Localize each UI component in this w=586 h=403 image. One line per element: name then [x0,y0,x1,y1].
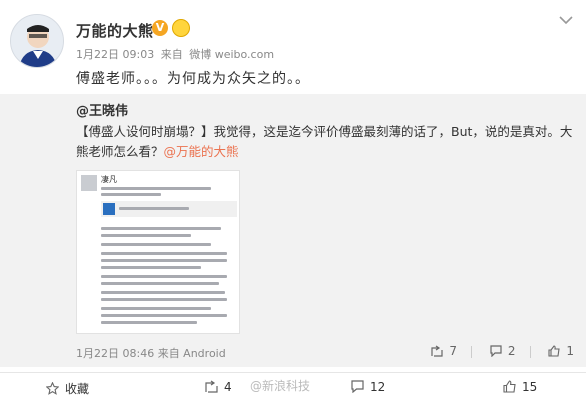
repost-count: 4 [224,380,232,394]
post-text: 傅盛老师。。。为何成为众矢之的。。 [76,71,310,87]
user-avatar[interactable] [10,14,64,68]
repost-comment-button[interactable]: 2 [490,344,516,358]
thumbnail-name: 凄凡 [101,175,117,184]
watermark-text: @新浪科技 [250,379,311,393]
star-icon [46,382,59,395]
repost-author[interactable]: @王晓伟 [76,100,128,119]
repost-actions: 7 2 1 [417,344,574,358]
comment-count: 12 [370,380,386,394]
post-action-bar: 收藏 4 @新浪科技 12 15 [0,372,586,400]
repost-box: @王晓伟 【傅盛人设何时崩塌？】我觉得，这是迄今评价傅盛最刻薄的话了，But，说… [0,94,586,367]
username[interactable]: 万能的大熊 [76,20,154,41]
share-icon [431,345,444,357]
post-meta: 1月22日 09:03 来自 微博 weibo.com [76,46,277,62]
comment-icon [490,345,502,357]
repost-repost-button[interactable]: 7 [431,344,457,358]
thumbs-up-icon [503,380,516,393]
post-date[interactable]: 1月22日 09:03 [76,48,154,61]
thumbnail-text-line [101,187,211,190]
post-source[interactable]: 微博 weibo.com [189,48,274,61]
repost-like-count: 1 [566,344,574,358]
repost-text-main: 【傅盛人设何时崩塌？】我觉得，这是迄今评价傅盛最刻薄的话了，But，说的是真对。… [76,124,573,159]
repost-like-button[interactable]: 1 [548,344,574,358]
thumbnail-text-line [101,193,161,196]
comment-icon [351,380,364,393]
thumbnail-avatar [81,175,97,191]
favorite-label: 收藏 [65,382,90,396]
mention-link[interactable]: @万能的大熊 [164,144,239,159]
weibo-post: 万能的大熊 V 1月22日 09:03 来自 微博 weibo.com 傅盛老师… [0,0,586,403]
thumbnail-link-card [101,201,237,217]
verified-badge-icon: V [152,20,168,36]
thumbs-up-icon [548,345,560,357]
like-button[interactable]: 15 [503,380,537,394]
embedded-screenshot-thumbnail[interactable]: 凄凡 [76,170,240,334]
chevron-down-icon[interactable] [558,14,574,26]
source-prefix: 来自 [160,48,183,61]
member-badge-icon [172,19,190,37]
like-count: 15 [522,380,538,394]
repost-comment-count: 2 [507,344,516,358]
repost-repost-count: 7 [449,344,458,358]
favorite-button[interactable]: 收藏 [46,380,89,397]
comment-button[interactable]: 12 [351,380,385,394]
repost-button[interactable]: 4 [205,380,232,394]
share-icon [205,380,218,393]
repost-text: 【傅盛人设何时崩塌？】我觉得，这是迄今评价傅盛最刻薄的话了，But，说的是真对。… [76,122,576,162]
repost-time[interactable]: 1月22日 08:46 来自 Android [76,345,226,361]
